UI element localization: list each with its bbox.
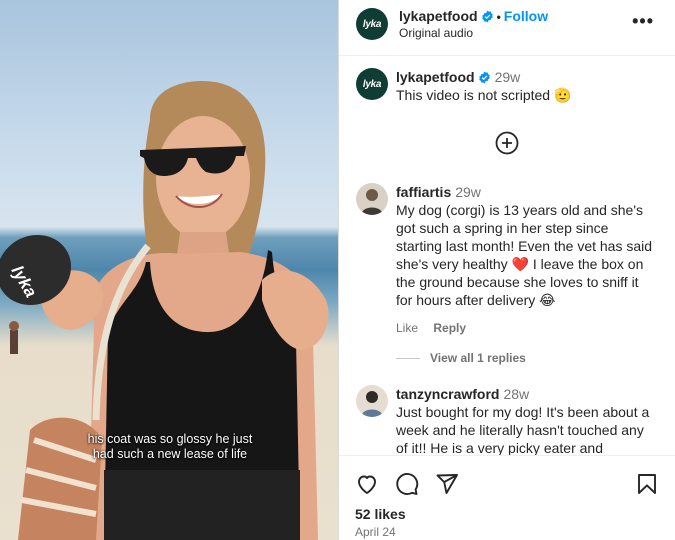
author-username[interactable]: lykapetfood: [399, 8, 478, 24]
comment-text: This video is not scripted 🫡: [396, 87, 572, 103]
post-author: lykapetfood • Follow: [399, 8, 548, 24]
comment-username[interactable]: lykapetfood: [396, 69, 475, 85]
verified-badge-icon: [481, 10, 493, 23]
comment-username[interactable]: faffiartis: [396, 184, 451, 200]
add-circle-icon[interactable]: [495, 131, 519, 155]
separator-dot: •: [496, 10, 501, 24]
video-player[interactable]: lyka his coat was so glossy he just had …: [0, 0, 338, 540]
comment-body: lykapetfood 29w This video is not scripte…: [396, 68, 656, 104]
post-date[interactable]: April 24: [355, 525, 396, 539]
avatar-logo-text: lyka: [362, 18, 382, 30]
likes-count[interactable]: 52 likes: [355, 506, 406, 522]
post-header: lyka lykapetfood • Follow Original audio •…: [339, 0, 675, 56]
comment-body: faffiartis 29w My dog (corgi) is 13 years…: [396, 183, 656, 337]
video-caption: his coat was so glossy he just had such …: [40, 432, 300, 462]
avatar[interactable]: [356, 183, 388, 215]
comment-text: Just bought for my dog! It's been about …: [396, 404, 650, 456]
avatar-photo-image: [356, 385, 388, 417]
like-comment-button[interactable]: Like: [396, 321, 418, 335]
view-replies-button[interactable]: View all 1 replies: [396, 351, 526, 365]
heart-icon[interactable]: [355, 472, 379, 496]
post-panel: lyka lykapetfood • Follow Original audio •…: [338, 0, 675, 540]
bookmark-icon[interactable]: [635, 472, 659, 496]
verified-badge-icon: [478, 71, 490, 84]
avatar-logo-text: lyka: [362, 78, 382, 90]
audio-label[interactable]: Original audio: [399, 26, 473, 40]
caption-line-2: had such a new lease of life: [92, 447, 248, 461]
comment-body: tanzyncrawford 28w Just bought for my dog…: [396, 385, 656, 457]
avatar-photo-image: [356, 183, 388, 215]
view-replies-label: View all 1 replies: [430, 351, 526, 365]
share-icon[interactable]: [435, 472, 459, 496]
comment-actions: Like Reply: [396, 319, 656, 337]
comment-time[interactable]: 29w: [455, 184, 481, 200]
follow-button[interactable]: Follow: [504, 8, 548, 24]
divider-line: [396, 357, 420, 359]
comment-time[interactable]: 28w: [503, 386, 529, 402]
comment-text: My dog (corgi) is 13 years old and she's…: [396, 202, 653, 308]
more-options-button[interactable]: •••: [632, 12, 654, 30]
avatar[interactable]: lyka: [356, 8, 388, 40]
avatar[interactable]: [356, 385, 388, 417]
comment-icon[interactable]: [395, 472, 419, 496]
reply-button[interactable]: Reply: [433, 321, 466, 335]
caption-line-1: his coat was so glossy he just: [87, 432, 253, 446]
comment-time[interactable]: 29w: [495, 69, 521, 85]
post-footer: 52 likes April 24: [339, 455, 675, 540]
avatar[interactable]: lyka: [356, 68, 388, 100]
comment-username[interactable]: tanzyncrawford: [396, 386, 499, 402]
